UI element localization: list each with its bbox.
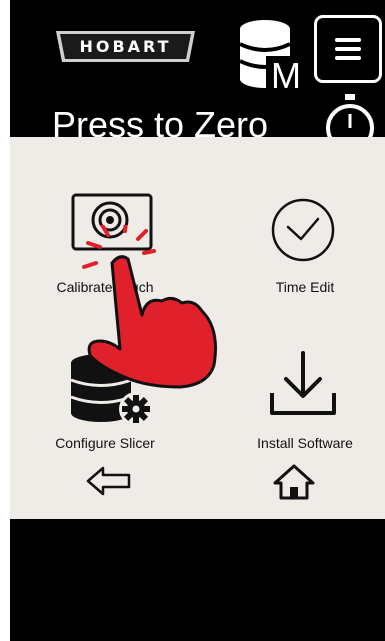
download-icon xyxy=(270,351,336,415)
settings-menu-panel: Calibrate Touch Time Edit Configure Slic… xyxy=(10,137,385,519)
svg-text:M: M xyxy=(271,55,301,93)
time-edit-label: Time Edit xyxy=(275,279,335,295)
back-arrow-icon[interactable] xyxy=(85,465,133,497)
device-screen: HOBART M Press to Zero Calibrate Touch T… xyxy=(10,0,385,641)
install-software-label: Install Software xyxy=(257,435,353,451)
hobart-logo: HOBART xyxy=(54,29,197,64)
touch-hand-icon xyxy=(82,225,217,389)
database-m-icon: M xyxy=(239,20,306,93)
clock-icon xyxy=(271,198,335,262)
brand-name: HOBART xyxy=(79,37,172,56)
menu-button[interactable] xyxy=(314,15,382,83)
menu-icon xyxy=(335,38,361,42)
home-icon[interactable] xyxy=(272,463,316,501)
menu-icon-bar xyxy=(335,47,361,51)
time-edit-button[interactable]: Time Edit xyxy=(220,187,385,337)
menu-icon-bar xyxy=(335,56,361,60)
configure-slicer-label: Configure Slicer xyxy=(55,435,155,451)
